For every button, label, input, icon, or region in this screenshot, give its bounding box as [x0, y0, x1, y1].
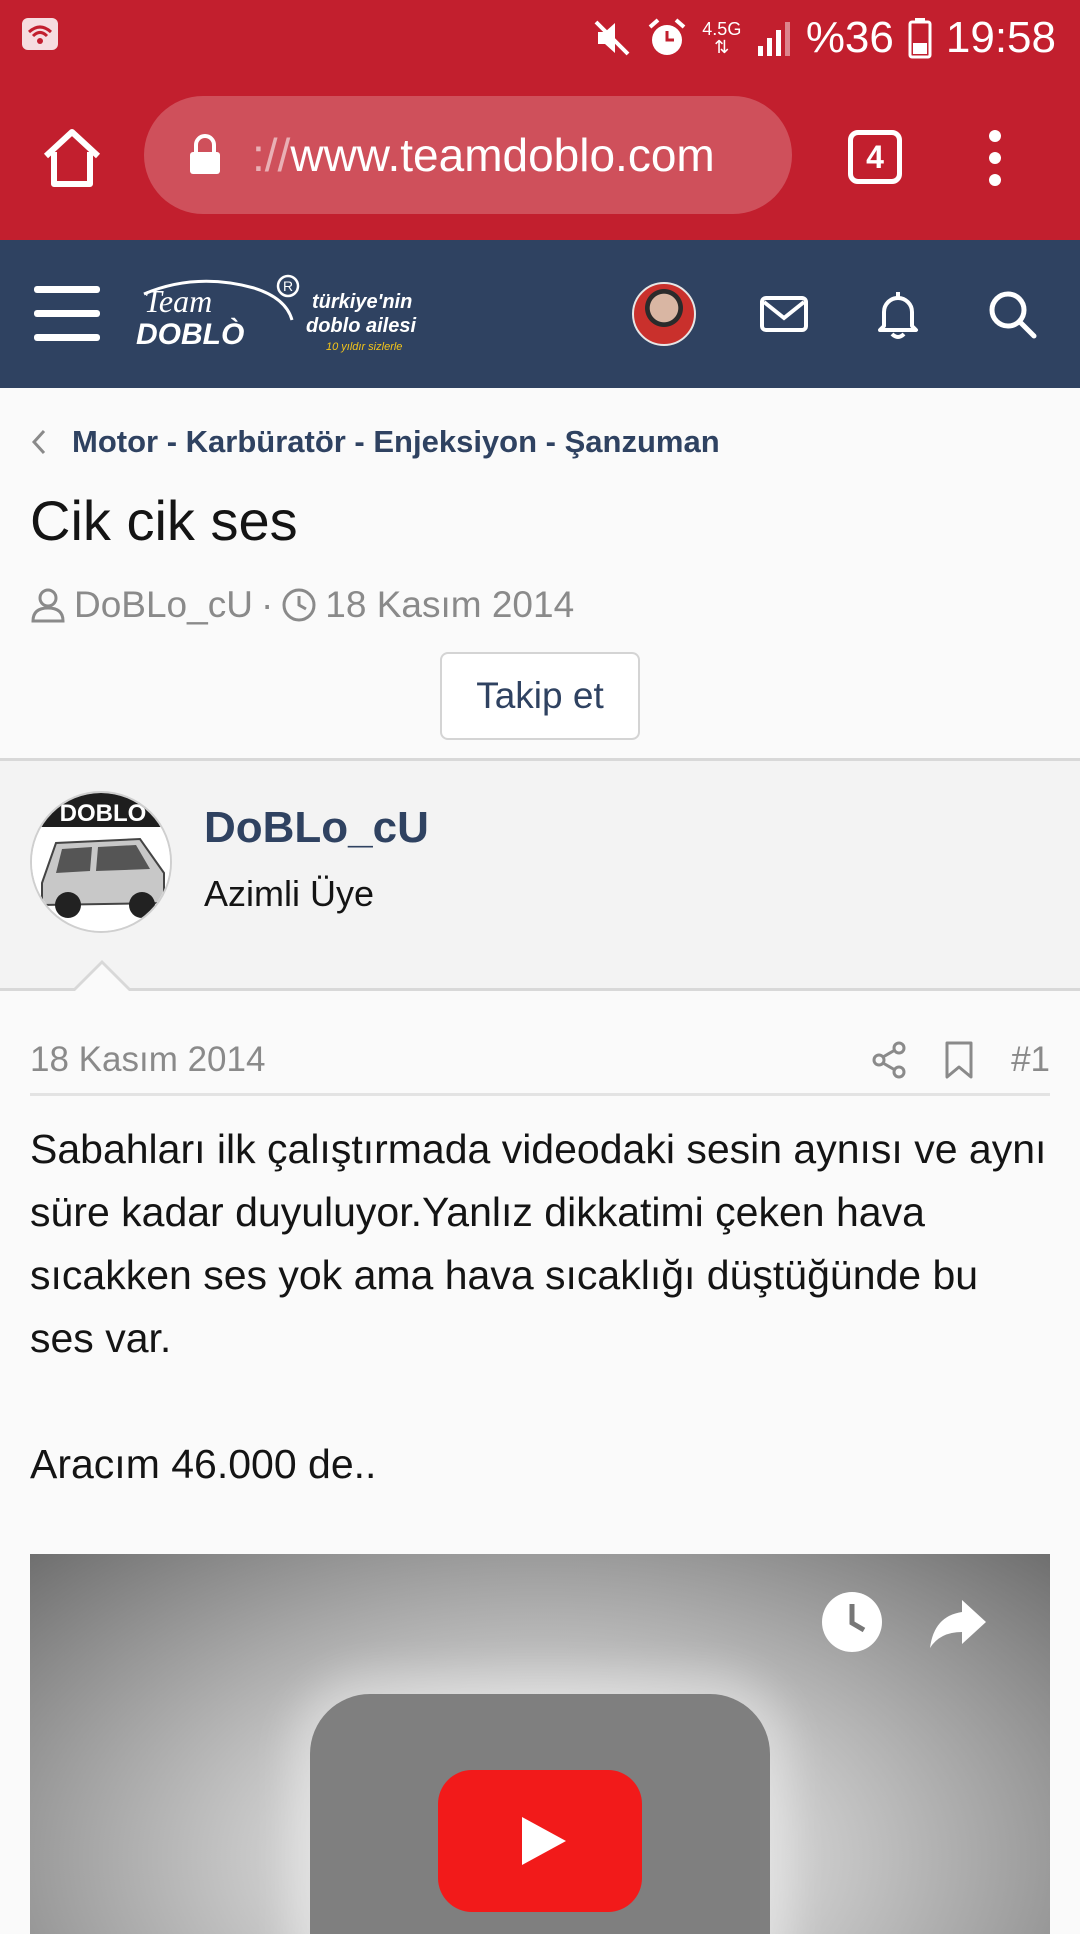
logo-line2: DOBLÒ — [136, 317, 244, 351]
lock-icon — [190, 134, 220, 174]
watch-later-icon[interactable] — [820, 1590, 884, 1654]
alarm-icon — [648, 18, 686, 55]
user-avatar[interactable]: DOBLO — [30, 791, 172, 933]
pointer-arrow-inner — [75, 964, 129, 991]
breadcrumb-label: Motor - Karbüratör - Enjeksiyon - Şanzum… — [72, 424, 720, 459]
account-avatar[interactable] — [632, 282, 696, 346]
battery-percent: %36 — [805, 13, 894, 62]
post-user-name[interactable]: DoBLo_cU — [204, 803, 429, 853]
car-avatar-image: DOBLO — [32, 793, 170, 931]
thread-meta: DoBLo_cU · 18 Kasım 2014 — [30, 584, 574, 626]
site-logo[interactable]: R Team DOBLÒ türkiye'nin doblo ailesi 10… — [136, 274, 436, 358]
video-share-icon[interactable] — [926, 1590, 990, 1654]
post-date[interactable]: 18 Kasım 2014 — [30, 1040, 837, 1080]
site-header: R Team DOBLÒ türkiye'nin doblo ailesi 10… — [0, 240, 1080, 388]
mute-icon — [594, 20, 630, 56]
status-bar: 4.5G ⇅ %36 19:58 — [0, 0, 1080, 74]
bookmark-icon[interactable] — [941, 1040, 977, 1080]
mail-icon[interactable] — [758, 288, 810, 340]
wifi-calling-icon — [22, 18, 58, 50]
video-embed[interactable] — [30, 1554, 1050, 1934]
thread-author[interactable]: DoBLo_cU — [74, 584, 253, 626]
post-paragraph: Aracım 46.000 de.. — [30, 1441, 377, 1487]
registered-mark: R — [283, 278, 293, 294]
post-body: Sabahları ilk çalıştırmada videodaki ses… — [30, 1118, 1050, 1496]
logo-tagline2: doblo ailesi — [306, 315, 416, 337]
chevron-left-icon — [31, 429, 46, 455]
post-meta-bar: 18 Kasım 2014 #1 — [30, 1026, 1050, 1096]
url-host: www.teamdoblo.com — [290, 129, 715, 181]
thread-title: Cik cik ses — [30, 489, 298, 552]
logo-tagline1: türkiye'nin — [312, 291, 412, 313]
breadcrumb[interactable]: Motor - Karbüratör - Enjeksiyon - Şanzum… — [30, 424, 720, 460]
address-bar[interactable]: ://www.teamdoblo.com — [144, 96, 792, 214]
play-icon — [522, 1817, 566, 1865]
clock-icon — [282, 588, 316, 622]
url-scheme: :// — [252, 129, 291, 181]
logo-tagline3: 10 yıldır sizlerle — [326, 341, 402, 353]
home-icon[interactable] — [40, 126, 104, 190]
post-paragraph: Sabahları ilk çalıştırmada videodaki ses… — [30, 1126, 1047, 1361]
meta-separator: · — [260, 584, 274, 625]
network-type: 4.5G ⇅ — [702, 19, 742, 57]
logo-line1: Team — [144, 283, 212, 319]
battery-icon — [908, 18, 932, 59]
avatar-text: DOBLO — [60, 800, 147, 827]
post-number[interactable]: #1 — [1011, 1040, 1050, 1080]
more-vert-icon[interactable] — [980, 126, 1010, 190]
clock: 19:58 — [945, 13, 1056, 62]
follow-button[interactable]: Takip et — [440, 652, 640, 740]
post-user-block: DOBLO DoBLo_cU Azimli Üye — [0, 761, 1080, 989]
browser-toolbar: ://www.teamdoblo.com 4 — [0, 74, 1080, 240]
bell-icon[interactable] — [872, 288, 924, 340]
thread-date[interactable]: 18 Kasım 2014 — [325, 584, 574, 626]
tab-count: 4 — [866, 138, 884, 175]
signal-icon — [757, 22, 790, 56]
share-icon[interactable] — [871, 1040, 907, 1080]
tab-switcher-button[interactable]: 4 — [848, 130, 902, 184]
play-button[interactable] — [438, 1770, 642, 1912]
post-user-title: Azimli Üye — [204, 873, 375, 914]
divider — [0, 988, 1080, 991]
search-icon[interactable] — [986, 288, 1038, 340]
user-icon — [31, 588, 65, 623]
url-text: ://www.teamdoblo.com — [252, 128, 715, 182]
hamburger-menu-icon[interactable] — [34, 286, 100, 342]
